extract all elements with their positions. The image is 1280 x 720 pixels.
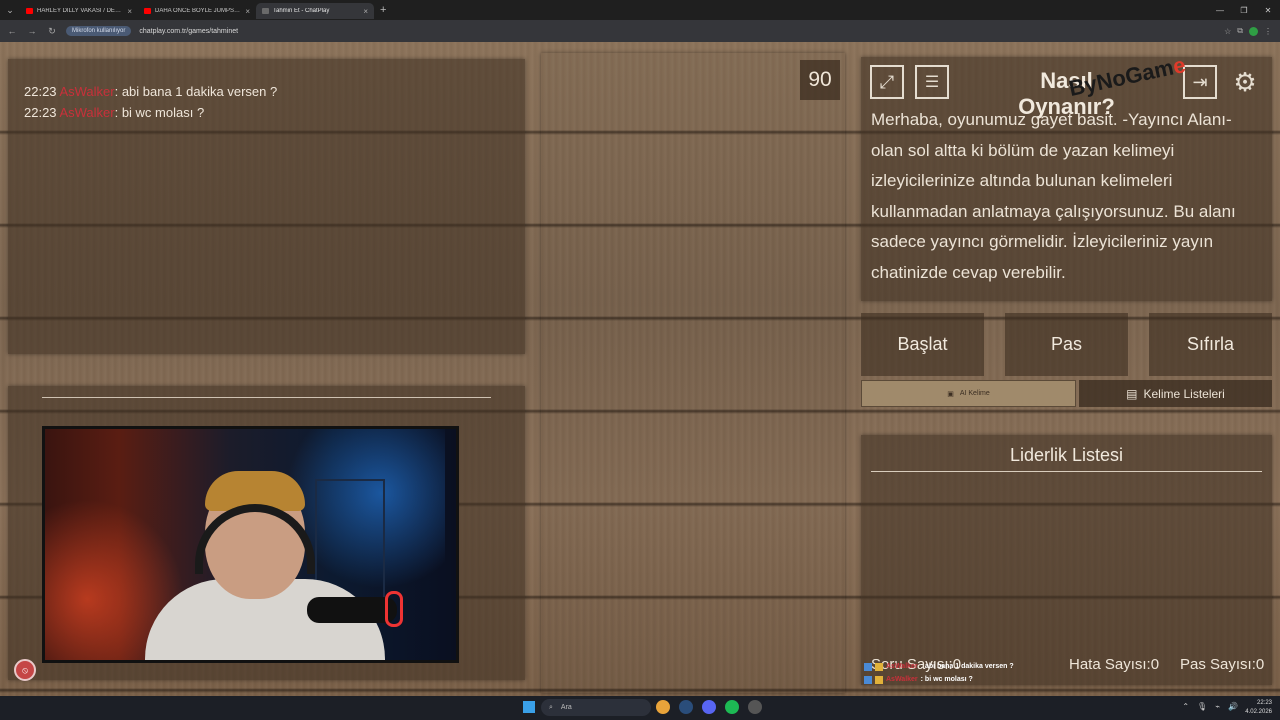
- tab-word-lists[interactable]: ▤ Kelime Listeleri: [1079, 380, 1272, 407]
- browser-tab-1[interactable]: HARLEY DILLY VAKASI / DEDEK ×: [20, 3, 138, 19]
- close-tab-icon[interactable]: ×: [127, 7, 132, 16]
- spotify-icon[interactable]: [725, 700, 739, 714]
- overlay-chat-line: AsWalker: bi wc molası ?: [864, 673, 1014, 686]
- browser-tab-2[interactable]: DAHA ÖNCE BÖYLE JUMPSCAR ×: [138, 3, 256, 19]
- tab-title: HARLEY DILLY VAKASI / DEDEK: [37, 8, 124, 14]
- overlay-text: : abi bana 1 dakika versen ?: [920, 663, 1014, 670]
- menu-icon[interactable]: ⋮: [1264, 27, 1272, 36]
- leaderboard-panel: Liderlik Listesi: [861, 435, 1272, 685]
- browser-tab-3[interactable]: Tahmin Et - ChatPlay ×: [256, 3, 374, 19]
- youtube-icon: [26, 8, 33, 14]
- streamer-area-panel: [8, 386, 525, 680]
- tab-search-icon[interactable]: ⌄: [0, 0, 20, 20]
- reload-icon[interactable]: ↻: [46, 26, 58, 37]
- taskbar: ⌕ Ara ⌃ 🎙 ⌁ 🔊 22:23 4.02.2026: [0, 696, 1280, 720]
- obs-icon[interactable]: [748, 700, 762, 714]
- tab-label: AI Kelime: [959, 390, 990, 397]
- overlay-username: AsWalker: [886, 663, 918, 670]
- url-field[interactable]: chatplay.com.tr/games/tahminet: [139, 28, 238, 35]
- discord-icon[interactable]: [702, 700, 716, 714]
- chat-message: 22:23 AsWalker: abi bana 1 dakika versen…: [24, 81, 509, 102]
- microphone-icon[interactable]: 🎙: [1197, 702, 1207, 711]
- new-tab-icon[interactable]: +: [380, 4, 386, 16]
- extensions-icon[interactable]: ⧉: [1237, 26, 1243, 36]
- star-icon[interactable]: ☆: [1224, 27, 1231, 36]
- chrome-icon[interactable]: [656, 700, 670, 714]
- microphone: [307, 597, 397, 623]
- badge-icon: [864, 662, 872, 671]
- chatplay-icon: [262, 8, 269, 14]
- help-text: Merhaba, oyunumuz gayet basit. -Yayıncı …: [871, 110, 1236, 282]
- badge-icon: [875, 662, 883, 671]
- site-info-chip[interactable]: Mikrofon kullanılıyor: [66, 26, 132, 36]
- help-header: ⤢ ☰ Nasıl Oynanır? ⇥ ⚙: [861, 57, 1272, 119]
- tab-label: Kelime Listeleri: [1143, 386, 1225, 401]
- how-to-play-panel: ⤢ ☰ Nasıl Oynanır? ⇥ ⚙ Merhaba, oyunumuz…: [861, 57, 1272, 301]
- address-bar: ← → ↻ Mikrofon kullanılıyor chatplay.com…: [0, 20, 1280, 42]
- start-button[interactable]: Başlat: [861, 313, 984, 376]
- system-tray: ⌃ 🎙 ⌁ 🔊: [1182, 702, 1238, 711]
- chat-time: 22:23: [24, 84, 57, 99]
- minimize-icon[interactable]: —: [1208, 0, 1232, 20]
- tab-title: DAHA ÖNCE BÖYLE JUMPSCAR: [155, 8, 242, 14]
- network-icon[interactable]: ⌁: [1215, 702, 1220, 711]
- list-icon: ▤: [1126, 386, 1138, 401]
- chat-time: 22:23: [24, 105, 57, 120]
- chat-text: : abi bana 1 dakika versen ?: [114, 84, 278, 99]
- badge-icon: [875, 675, 883, 684]
- chevron-up-icon[interactable]: ⌃: [1182, 702, 1189, 711]
- volume-icon[interactable]: 🔊: [1228, 702, 1238, 711]
- reset-button[interactable]: Sıfırla: [1149, 313, 1272, 376]
- search-placeholder: Ara: [560, 704, 572, 711]
- chat-panel: 22:23 AsWalker: abi bana 1 dakika versen…: [8, 59, 525, 354]
- pass-count: Pas Sayısı:0: [1180, 656, 1265, 673]
- microphone-ring: [385, 591, 403, 627]
- chat-text: : bi wc molası ?: [114, 105, 205, 120]
- gear-icon[interactable]: ⚙: [1228, 65, 1262, 99]
- clock-time: 22:23: [1256, 700, 1272, 706]
- window-controls: — ❐ ✕: [1208, 0, 1280, 20]
- tab-title: Tahmin Et - ChatPlay: [273, 8, 330, 14]
- youtube-icon: [144, 8, 151, 14]
- robot-icon: ▣: [947, 390, 954, 398]
- divider: [871, 471, 1262, 472]
- pass-button[interactable]: Pas: [1005, 313, 1128, 376]
- document-icon[interactable]: ☰: [915, 65, 949, 99]
- clock-date: 4.02.2026: [1245, 709, 1272, 715]
- overlay-text: : bi wc molası ?: [920, 676, 973, 683]
- chat-username: AsWalker: [59, 105, 115, 120]
- chat-username: AsWalker: [59, 84, 115, 99]
- webcam-feed: [42, 426, 459, 663]
- search-icon: ⌕: [549, 703, 553, 711]
- timer: 90: [800, 60, 840, 100]
- maximize-icon[interactable]: ❐: [1232, 0, 1256, 20]
- close-tab-icon[interactable]: ×: [245, 7, 250, 16]
- record-icon[interactable]: ⦸: [14, 659, 36, 681]
- stream-chat-overlay: AsWalker: abi bana 1 dakika versen ? AsW…: [864, 660, 1014, 686]
- back-icon[interactable]: ←: [6, 26, 18, 36]
- taskbar-search[interactable]: ⌕ Ara: [541, 699, 651, 716]
- windows-start-icon[interactable]: [523, 701, 535, 713]
- forward-icon[interactable]: →: [26, 26, 38, 36]
- divider: [42, 397, 491, 398]
- profile-avatar[interactable]: [1249, 26, 1258, 36]
- error-count: Hata Sayısı:0: [1069, 656, 1160, 673]
- steam-icon[interactable]: [679, 700, 693, 714]
- fullscreen-icon[interactable]: ⤢: [870, 65, 904, 99]
- toolbar-icons: ☆ ⧉ ⋮: [1224, 26, 1272, 36]
- tab-bar: ⌄ HARLEY DILLY VAKASI / DEDEK × DAHA ÖNC…: [0, 0, 1280, 20]
- pinned-apps: [656, 700, 762, 714]
- chat-message: 22:23 AsWalker: bi wc molası ?: [24, 102, 509, 123]
- overlay-username: AsWalker: [886, 676, 918, 683]
- overlay-chat-line: AsWalker: abi bana 1 dakika versen ?: [864, 660, 1014, 673]
- close-window-icon[interactable]: ✕: [1256, 0, 1280, 20]
- badge-icon: [864, 675, 872, 684]
- tab-ai-word[interactable]: ▣ AI Kelime: [861, 380, 1076, 407]
- close-tab-icon[interactable]: ×: [363, 7, 368, 16]
- taskbar-clock[interactable]: 22:23 4.02.2026: [1245, 699, 1272, 717]
- exit-icon[interactable]: ⇥: [1183, 65, 1217, 99]
- center-panel: [541, 53, 845, 693]
- game-page: 22:23 AsWalker: abi bana 1 dakika versen…: [0, 42, 1280, 696]
- leaderboard-title: Liderlik Listesi: [1009, 445, 1124, 465]
